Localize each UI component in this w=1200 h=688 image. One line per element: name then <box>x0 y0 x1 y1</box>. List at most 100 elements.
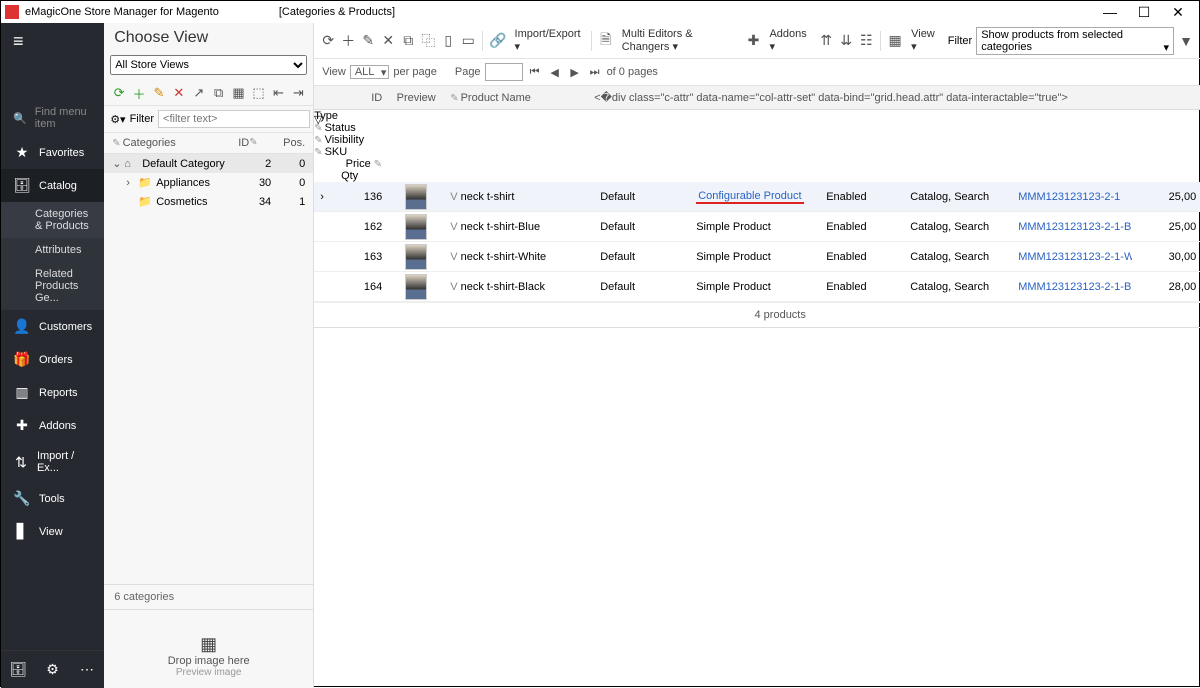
col-categories: ✎Categories <box>112 137 215 149</box>
next-page-icon[interactable]: ▶ <box>567 66 583 79</box>
delete-product-icon[interactable]: ✕ <box>380 32 396 49</box>
view-menu[interactable]: View ▾ <box>907 26 944 55</box>
paste-icon[interactable]: ▦ <box>232 85 246 101</box>
col-status[interactable]: ✎Status <box>314 122 398 134</box>
expand-icon[interactable]: ⬚ <box>252 85 266 101</box>
nav-categories-products[interactable]: Categories & Products <box>1 202 104 238</box>
first-page-icon[interactable]: ⏮ <box>527 66 543 79</box>
addons-menu[interactable]: Addons ▾ <box>765 26 814 55</box>
chart-icon: ▥ <box>13 384 31 401</box>
page-label: Page <box>455 66 481 78</box>
per-page-label: per page <box>393 66 436 78</box>
filter-label-main: Filter <box>948 35 972 47</box>
nav-related-products[interactable]: Related Products Ge... <box>1 262 104 310</box>
choose-view-title: Choose View <box>104 23 313 53</box>
prev-page-icon[interactable]: ◀ <box>547 66 563 79</box>
refresh-icon[interactable]: ⟳ <box>112 85 126 101</box>
columns2-icon[interactable]: ☷ <box>858 32 874 49</box>
category-row[interactable]: 📁Cosmetics341 <box>104 192 313 211</box>
gear-icon[interactable]: ⚙▾ <box>110 113 125 126</box>
col-preview[interactable]: Preview <box>388 90 444 106</box>
copy2-icon[interactable]: ⿻ <box>420 31 436 51</box>
grid1-icon[interactable]: ▯ <box>440 32 456 49</box>
edit-product-icon[interactable]: ✎ <box>360 32 376 49</box>
import-export-menu[interactable]: Import/Export ▾ <box>511 26 585 55</box>
copy-icon[interactable]: ⧉ <box>212 85 226 101</box>
category-count: 6 categories <box>104 584 313 609</box>
search-placeholder: Find menu item <box>35 106 92 130</box>
nav-reports[interactable]: ▥Reports <box>1 376 104 409</box>
star-icon: ★ <box>13 144 31 161</box>
col-product-id[interactable]: ID <box>328 90 388 106</box>
page-of-label: of 0 pages <box>607 66 658 78</box>
drop-sublabel: Preview image <box>114 667 303 678</box>
doc-icon[interactable]: 🗎 <box>598 29 614 53</box>
nav-import-export[interactable]: ⇅Import / Ex... <box>1 442 104 482</box>
app-title: eMagicOne Store Manager for Magento <box>25 6 219 18</box>
footer-store-icon[interactable]: 🗄 <box>1 651 35 688</box>
image-drop-zone[interactable]: ▦ Drop image here Preview image <box>104 609 313 688</box>
app-logo <box>5 5 19 19</box>
collapse-nav-icon[interactable]: ⇤ <box>271 85 285 101</box>
menu-toggle[interactable]: ≡ <box>1 23 104 60</box>
last-page-icon[interactable]: ⏭ <box>587 66 603 79</box>
col-id: ID <box>215 137 249 149</box>
user-block <box>1 60 104 100</box>
add-icon[interactable]: ＋ <box>132 85 146 101</box>
col-type[interactable]: Type <box>314 110 444 122</box>
puzzle-icon: ✚ <box>13 417 31 434</box>
footer-settings-icon[interactable]: ⚙ <box>35 651 69 688</box>
edit-icon[interactable]: ✎ <box>152 85 166 101</box>
product-row[interactable]: 162V neck t-shirt-BlueDefaultSimple Prod… <box>314 212 1200 242</box>
funnel2-icon[interactable]: ▼ <box>1178 33 1194 49</box>
store-view-select[interactable]: All Store Views <box>110 55 307 75</box>
product-row[interactable]: ›136V neck t-shirtDefaultConfigurable Pr… <box>314 182 1200 212</box>
nav-tools[interactable]: 🔧Tools <box>1 482 104 515</box>
category-row[interactable]: ⌄⌂Default Category20 <box>104 154 313 173</box>
col-qty[interactable]: Qty <box>314 170 358 182</box>
multi-editors-menu[interactable]: Multi Editors & Changers ▾ <box>618 26 742 55</box>
box-icon: 🗄 <box>13 177 31 194</box>
grid-footer: 4 products <box>314 302 1200 328</box>
product-row[interactable]: 164V neck t-shirt-BlackDefaultSimple Pro… <box>314 272 1200 302</box>
grid2-icon[interactable]: ▭ <box>460 32 476 49</box>
maximize-button[interactable]: ☐ <box>1127 4 1161 21</box>
page-size-select[interactable]: ALL <box>350 65 390 79</box>
filter-dropdown[interactable]: Show products from selected categories <box>976 27 1174 55</box>
product-row[interactable]: 163V neck t-shirt-WhiteDefaultSimple Pro… <box>314 242 1200 272</box>
columns-icon: ▋ <box>13 523 31 540</box>
col-price[interactable]: Price ✎ <box>314 158 384 170</box>
col-edit-icon: ✎ <box>249 137 269 149</box>
view-icon[interactable]: ▦ <box>887 32 903 49</box>
app-section: [Categories & Products] <box>279 6 395 18</box>
close-button[interactable]: ✕ <box>1161 4 1195 21</box>
footer-more-icon[interactable]: ⋯ <box>70 651 104 688</box>
nav-view[interactable]: ▋View <box>1 515 104 548</box>
refresh-products-icon[interactable]: ⟳ <box>320 32 336 49</box>
col-visibility[interactable]: ✎Visibility <box>314 134 422 146</box>
expand-nav-icon[interactable]: ⇥ <box>291 85 305 101</box>
sort-desc-icon[interactable]: ⇊ <box>838 32 854 49</box>
page-input[interactable] <box>485 63 523 81</box>
puzzle2-icon[interactable]: ✚ <box>745 32 761 49</box>
clone-icon[interactable]: ⧉ <box>400 32 416 49</box>
nav-orders[interactable]: 🎁Orders <box>1 343 104 376</box>
col-sku[interactable]: ✎SKU <box>314 146 434 158</box>
category-row[interactable]: ›📁Appliances300 <box>104 173 313 192</box>
col-product-name[interactable]: ✎Product Name <box>444 90 594 106</box>
nav-favorites[interactable]: ★Favorites <box>1 136 104 169</box>
delete-icon[interactable]: ✕ <box>172 85 186 101</box>
move-icon[interactable]: ↗ <box>192 85 206 101</box>
nav-search[interactable]: 🔍 Find menu item <box>1 100 104 136</box>
sort-asc-icon[interactable]: ⇈ <box>818 32 834 49</box>
minimize-button[interactable]: — <box>1093 4 1127 21</box>
nav-catalog[interactable]: 🗄Catalog <box>1 169 104 202</box>
nav-customers[interactable]: 👤Customers <box>1 310 104 343</box>
add-product-icon[interactable]: ＋ <box>340 31 356 51</box>
filter-input[interactable] <box>158 110 310 128</box>
link-icon[interactable]: 🔗 <box>489 32 506 49</box>
nav-addons[interactable]: ✚Addons <box>1 409 104 442</box>
filter-label: Filter <box>130 113 154 125</box>
nav-attributes[interactable]: Attributes <box>1 238 104 262</box>
col-pos: Pos. <box>271 137 305 149</box>
